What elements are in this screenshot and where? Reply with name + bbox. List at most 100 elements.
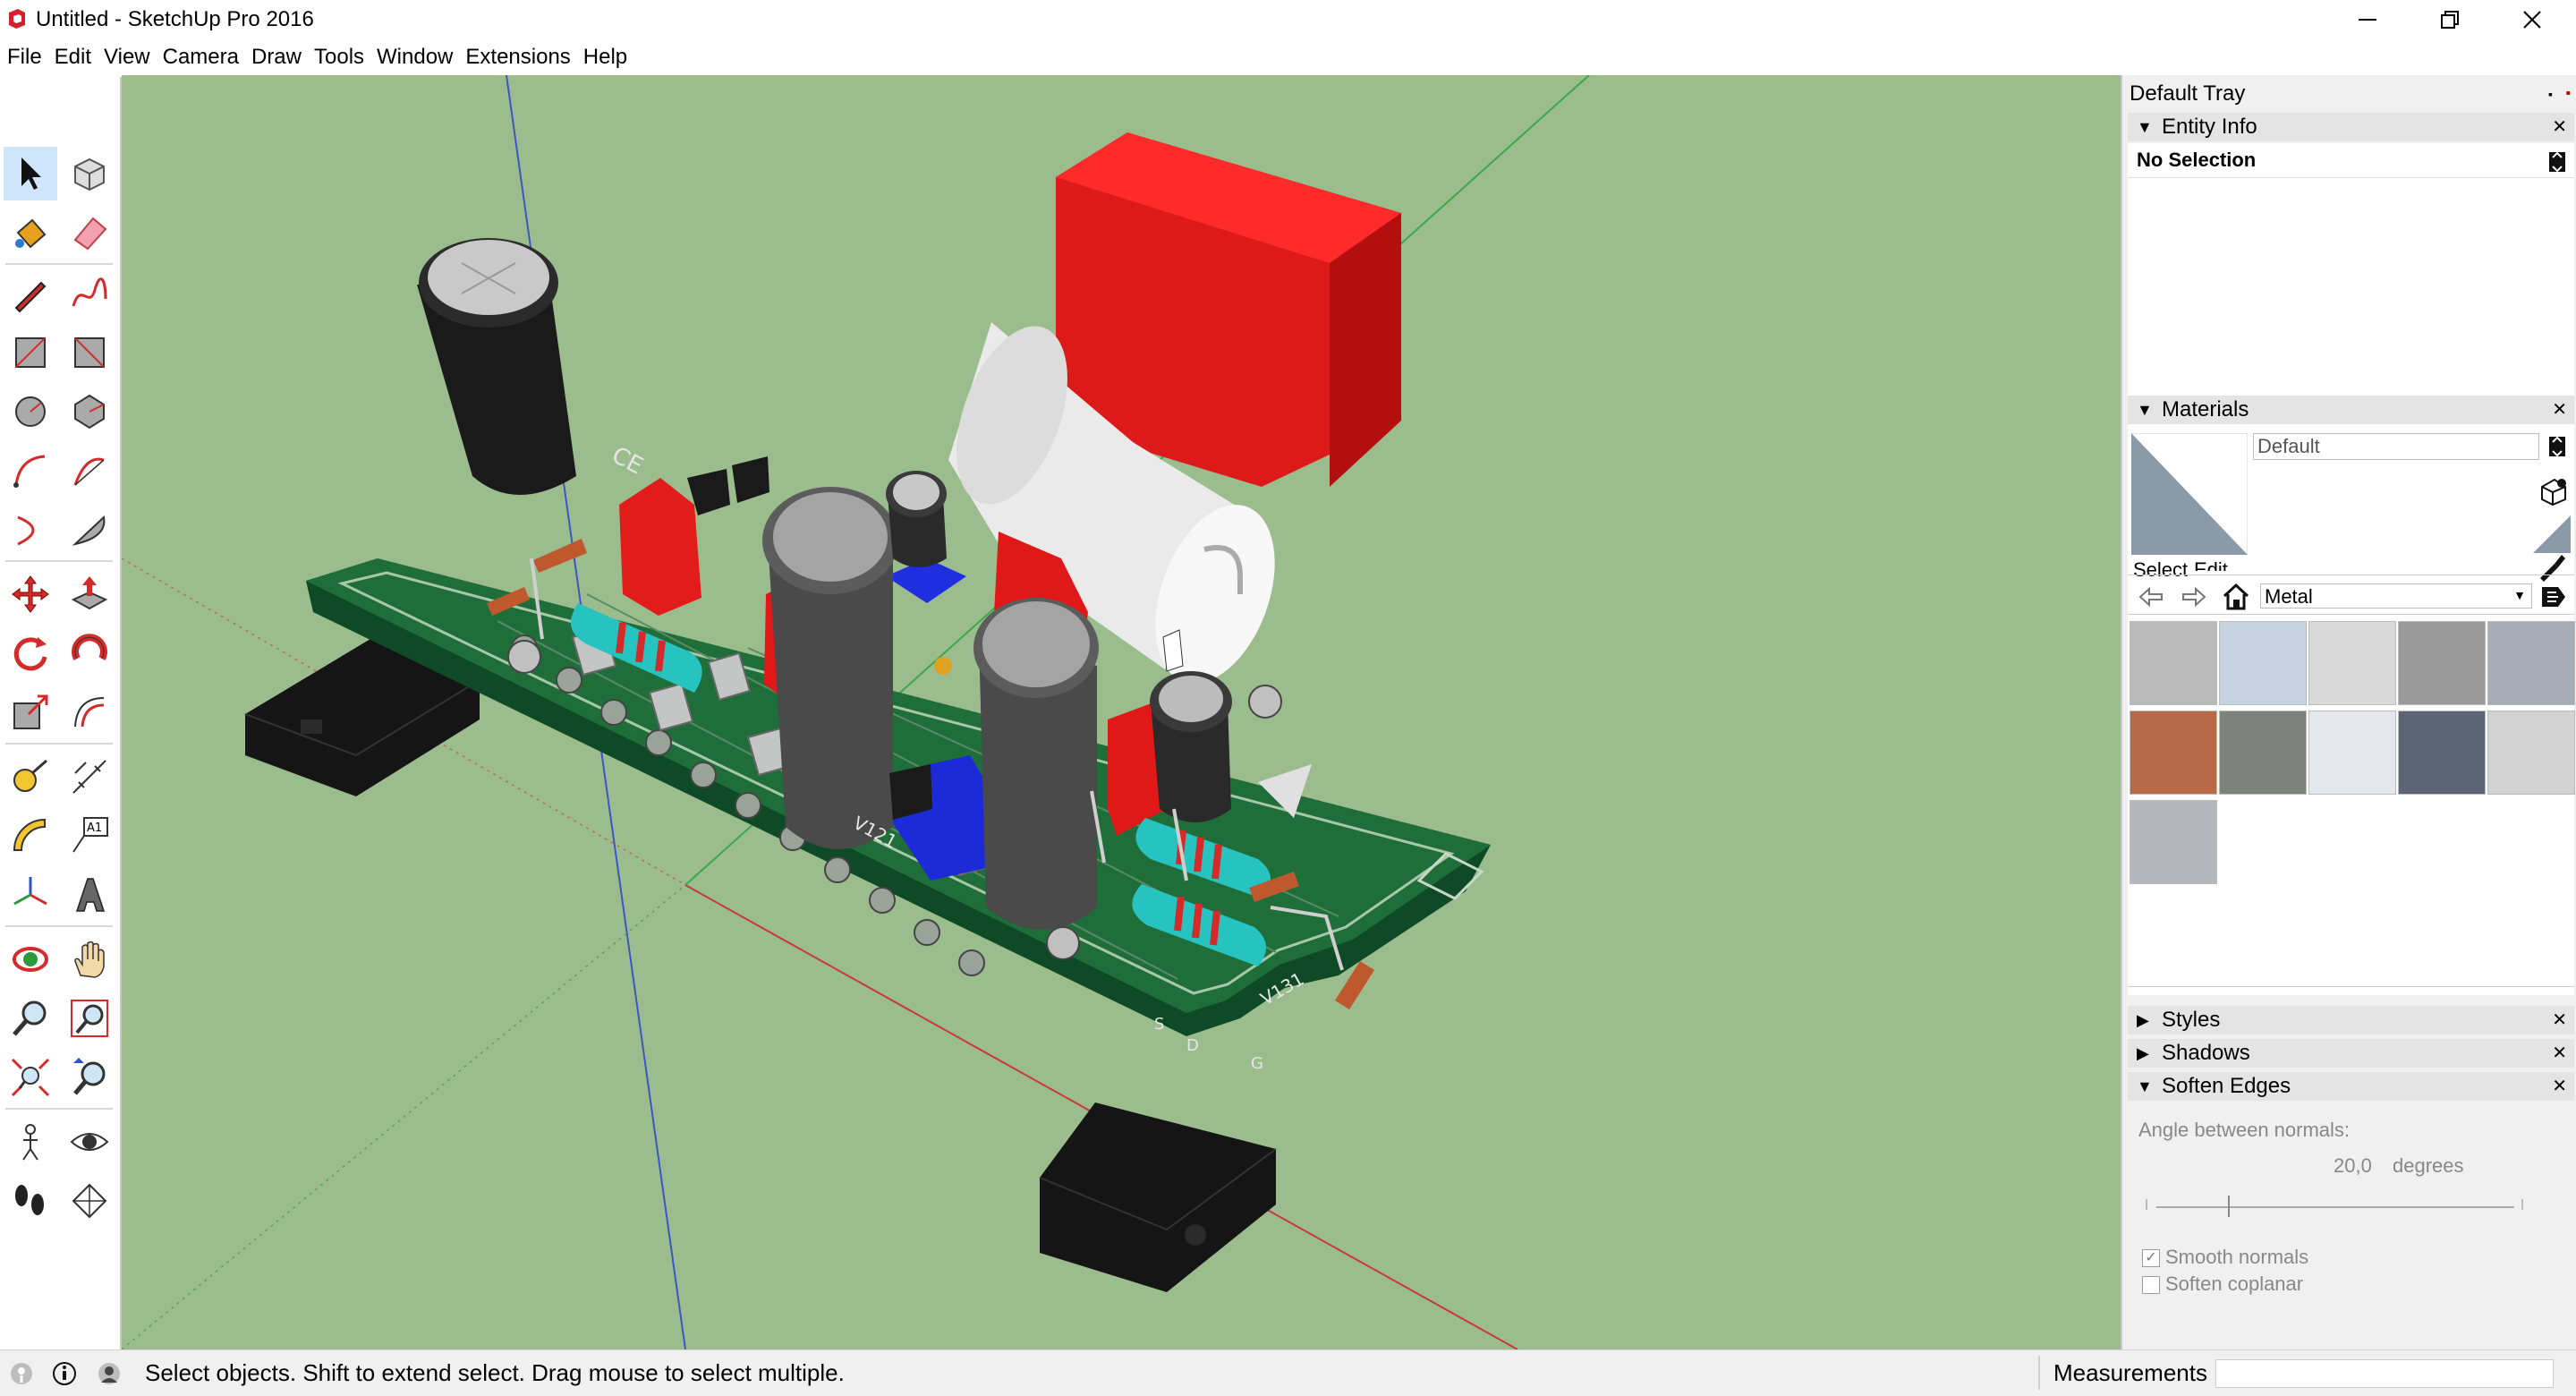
menu-file[interactable]: File: [0, 39, 48, 75]
menu-extensions[interactable]: Extensions: [459, 39, 576, 75]
select-tool[interactable]: [4, 147, 57, 200]
panel-close-icon[interactable]: ✕: [2552, 396, 2567, 424]
scene-canvas[interactable]: CE V121 V131 S D G: [122, 75, 2121, 1349]
materials-header[interactable]: ▼ Materials ✕: [2128, 396, 2574, 424]
soften-coplanar-checkbox[interactable]: [2142, 1276, 2160, 1294]
pie-tool[interactable]: [63, 503, 116, 557]
create-material-icon[interactable]: [2538, 476, 2569, 506]
magnifier-icon: [13, 1000, 47, 1036]
polygon-tool[interactable]: [63, 385, 116, 438]
panel-close-icon[interactable]: ✕: [2552, 113, 2567, 141]
material-swatch[interactable]: [2398, 621, 2486, 705]
restore-button[interactable]: [2409, 0, 2491, 39]
material-swatch[interactable]: [2398, 711, 2486, 795]
material-swatch[interactable]: [2130, 711, 2217, 795]
zoom-extents-tool[interactable]: [4, 1051, 57, 1104]
material-swatch[interactable]: [2308, 621, 2396, 705]
status-bar: Select objects. Shift to extend select. …: [0, 1349, 2576, 1396]
back-arrow-icon[interactable]: [2138, 583, 2165, 610]
material-swatch[interactable]: [2308, 711, 2396, 795]
menu-window[interactable]: Window: [370, 39, 459, 75]
geo-location-icon[interactable]: [9, 1361, 34, 1386]
tab-select[interactable]: Select: [2133, 558, 2188, 582]
menu-draw[interactable]: Draw: [245, 39, 308, 75]
material-library-select[interactable]: Metal ▼: [2260, 583, 2532, 609]
section-plane-tool[interactable]: [63, 1174, 116, 1228]
material-name-field[interactable]: [2253, 433, 2539, 460]
pan-tool[interactable]: [63, 932, 116, 986]
circle-tool[interactable]: [4, 385, 57, 438]
make-component-tool[interactable]: [63, 147, 116, 200]
entity-details-toggle-icon[interactable]: [2547, 150, 2567, 174]
panel-close-icon[interactable]: ✕: [2552, 1072, 2567, 1101]
capacitor-small-1: [1150, 671, 1232, 822]
materials-body: Select Edit Metal ▼: [2128, 426, 2575, 995]
soften-edges-header[interactable]: ▼ Soften Edges ✕: [2128, 1072, 2574, 1101]
material-swatch[interactable]: [2487, 621, 2575, 705]
rotate-tool[interactable]: [4, 626, 57, 680]
menu-tools[interactable]: Tools: [308, 39, 370, 75]
rotated-rectangle-tool[interactable]: [63, 326, 116, 379]
paint-bucket-tool[interactable]: [4, 206, 57, 260]
eraser-tool[interactable]: [63, 206, 116, 260]
sample-paint-icon[interactable]: [2537, 551, 2567, 582]
tray-close-icon[interactable]: ▪: [2565, 79, 2571, 109]
home-icon[interactable]: [2221, 582, 2251, 612]
walk-tool[interactable]: [4, 1174, 57, 1228]
material-swatch[interactable]: [2219, 621, 2307, 705]
line-tool[interactable]: [4, 267, 57, 320]
shadows-header[interactable]: ▶ Shadows ✕: [2128, 1039, 2574, 1068]
3d-text-tool[interactable]: [63, 868, 116, 922]
info-icon[interactable]: [52, 1361, 77, 1386]
look-around-tool[interactable]: [63, 1115, 116, 1169]
user-account-icon[interactable]: [97, 1361, 122, 1386]
material-swatch[interactable]: [2130, 621, 2217, 705]
green-axis-dotted: [122, 884, 686, 1349]
styles-header[interactable]: ▶ Styles ✕: [2128, 1006, 2574, 1034]
details-toggle-icon[interactable]: [2547, 435, 2567, 458]
protractor-tool[interactable]: [4, 809, 57, 863]
previous-view-tool[interactable]: [63, 1051, 116, 1104]
forward-arrow-icon[interactable]: [2180, 583, 2206, 610]
zoom-window-tool[interactable]: [63, 992, 116, 1045]
rectangle-tool[interactable]: [4, 326, 57, 379]
zoom-tool[interactable]: [4, 992, 57, 1045]
text-tool[interactable]: A1: [63, 809, 116, 863]
entity-info-header[interactable]: ▼ Entity Info ✕: [2128, 113, 2574, 141]
move-tool[interactable]: [4, 567, 57, 621]
minimize-button[interactable]: [2326, 0, 2409, 39]
tab-edit[interactable]: Edit: [2194, 558, 2228, 571]
tape-measure-tool[interactable]: [4, 750, 57, 804]
material-swatch[interactable]: [2219, 711, 2307, 795]
details-arrow-icon[interactable]: [2540, 583, 2567, 610]
offset-tool[interactable]: [63, 685, 116, 739]
two-point-arc-tool[interactable]: [63, 444, 116, 498]
menu-camera[interactable]: Camera: [157, 39, 245, 75]
menu-view[interactable]: View: [98, 39, 157, 75]
close-button[interactable]: [2491, 0, 2573, 39]
panel-close-icon[interactable]: ✕: [2552, 1039, 2567, 1068]
position-camera-tool[interactable]: [4, 1115, 57, 1169]
modeling-viewport[interactable]: CE V121 V131 S D G: [122, 75, 2121, 1349]
push-pull-tool[interactable]: [63, 567, 116, 621]
pin-icon[interactable]: ▪: [2548, 79, 2553, 109]
material-swatch[interactable]: [2487, 711, 2575, 795]
material-swatch[interactable]: [2130, 800, 2217, 884]
menu-edit[interactable]: Edit: [48, 39, 98, 75]
measurements-box[interactable]: [2215, 1359, 2554, 1388]
axes-tool[interactable]: [4, 868, 57, 922]
default-material-icon[interactable]: [2531, 514, 2571, 553]
panel-close-icon[interactable]: ✕: [2552, 1006, 2567, 1034]
expanded-triangle-icon: ▼: [2137, 118, 2153, 136]
angle-slider-thumb[interactable]: [2228, 1196, 2230, 1217]
dimension-tool[interactable]: [63, 750, 116, 804]
scale-tool[interactable]: [4, 685, 57, 739]
arc-tool[interactable]: [4, 444, 57, 498]
orbit-tool[interactable]: [4, 932, 57, 986]
freehand-tool[interactable]: [63, 267, 116, 320]
three-point-arc-tool[interactable]: [4, 503, 57, 557]
menu-help[interactable]: Help: [577, 39, 633, 75]
angle-slider-track[interactable]: [2156, 1206, 2514, 1208]
follow-me-tool[interactable]: [63, 626, 116, 680]
smooth-normals-checkbox[interactable]: ✓: [2142, 1249, 2160, 1267]
